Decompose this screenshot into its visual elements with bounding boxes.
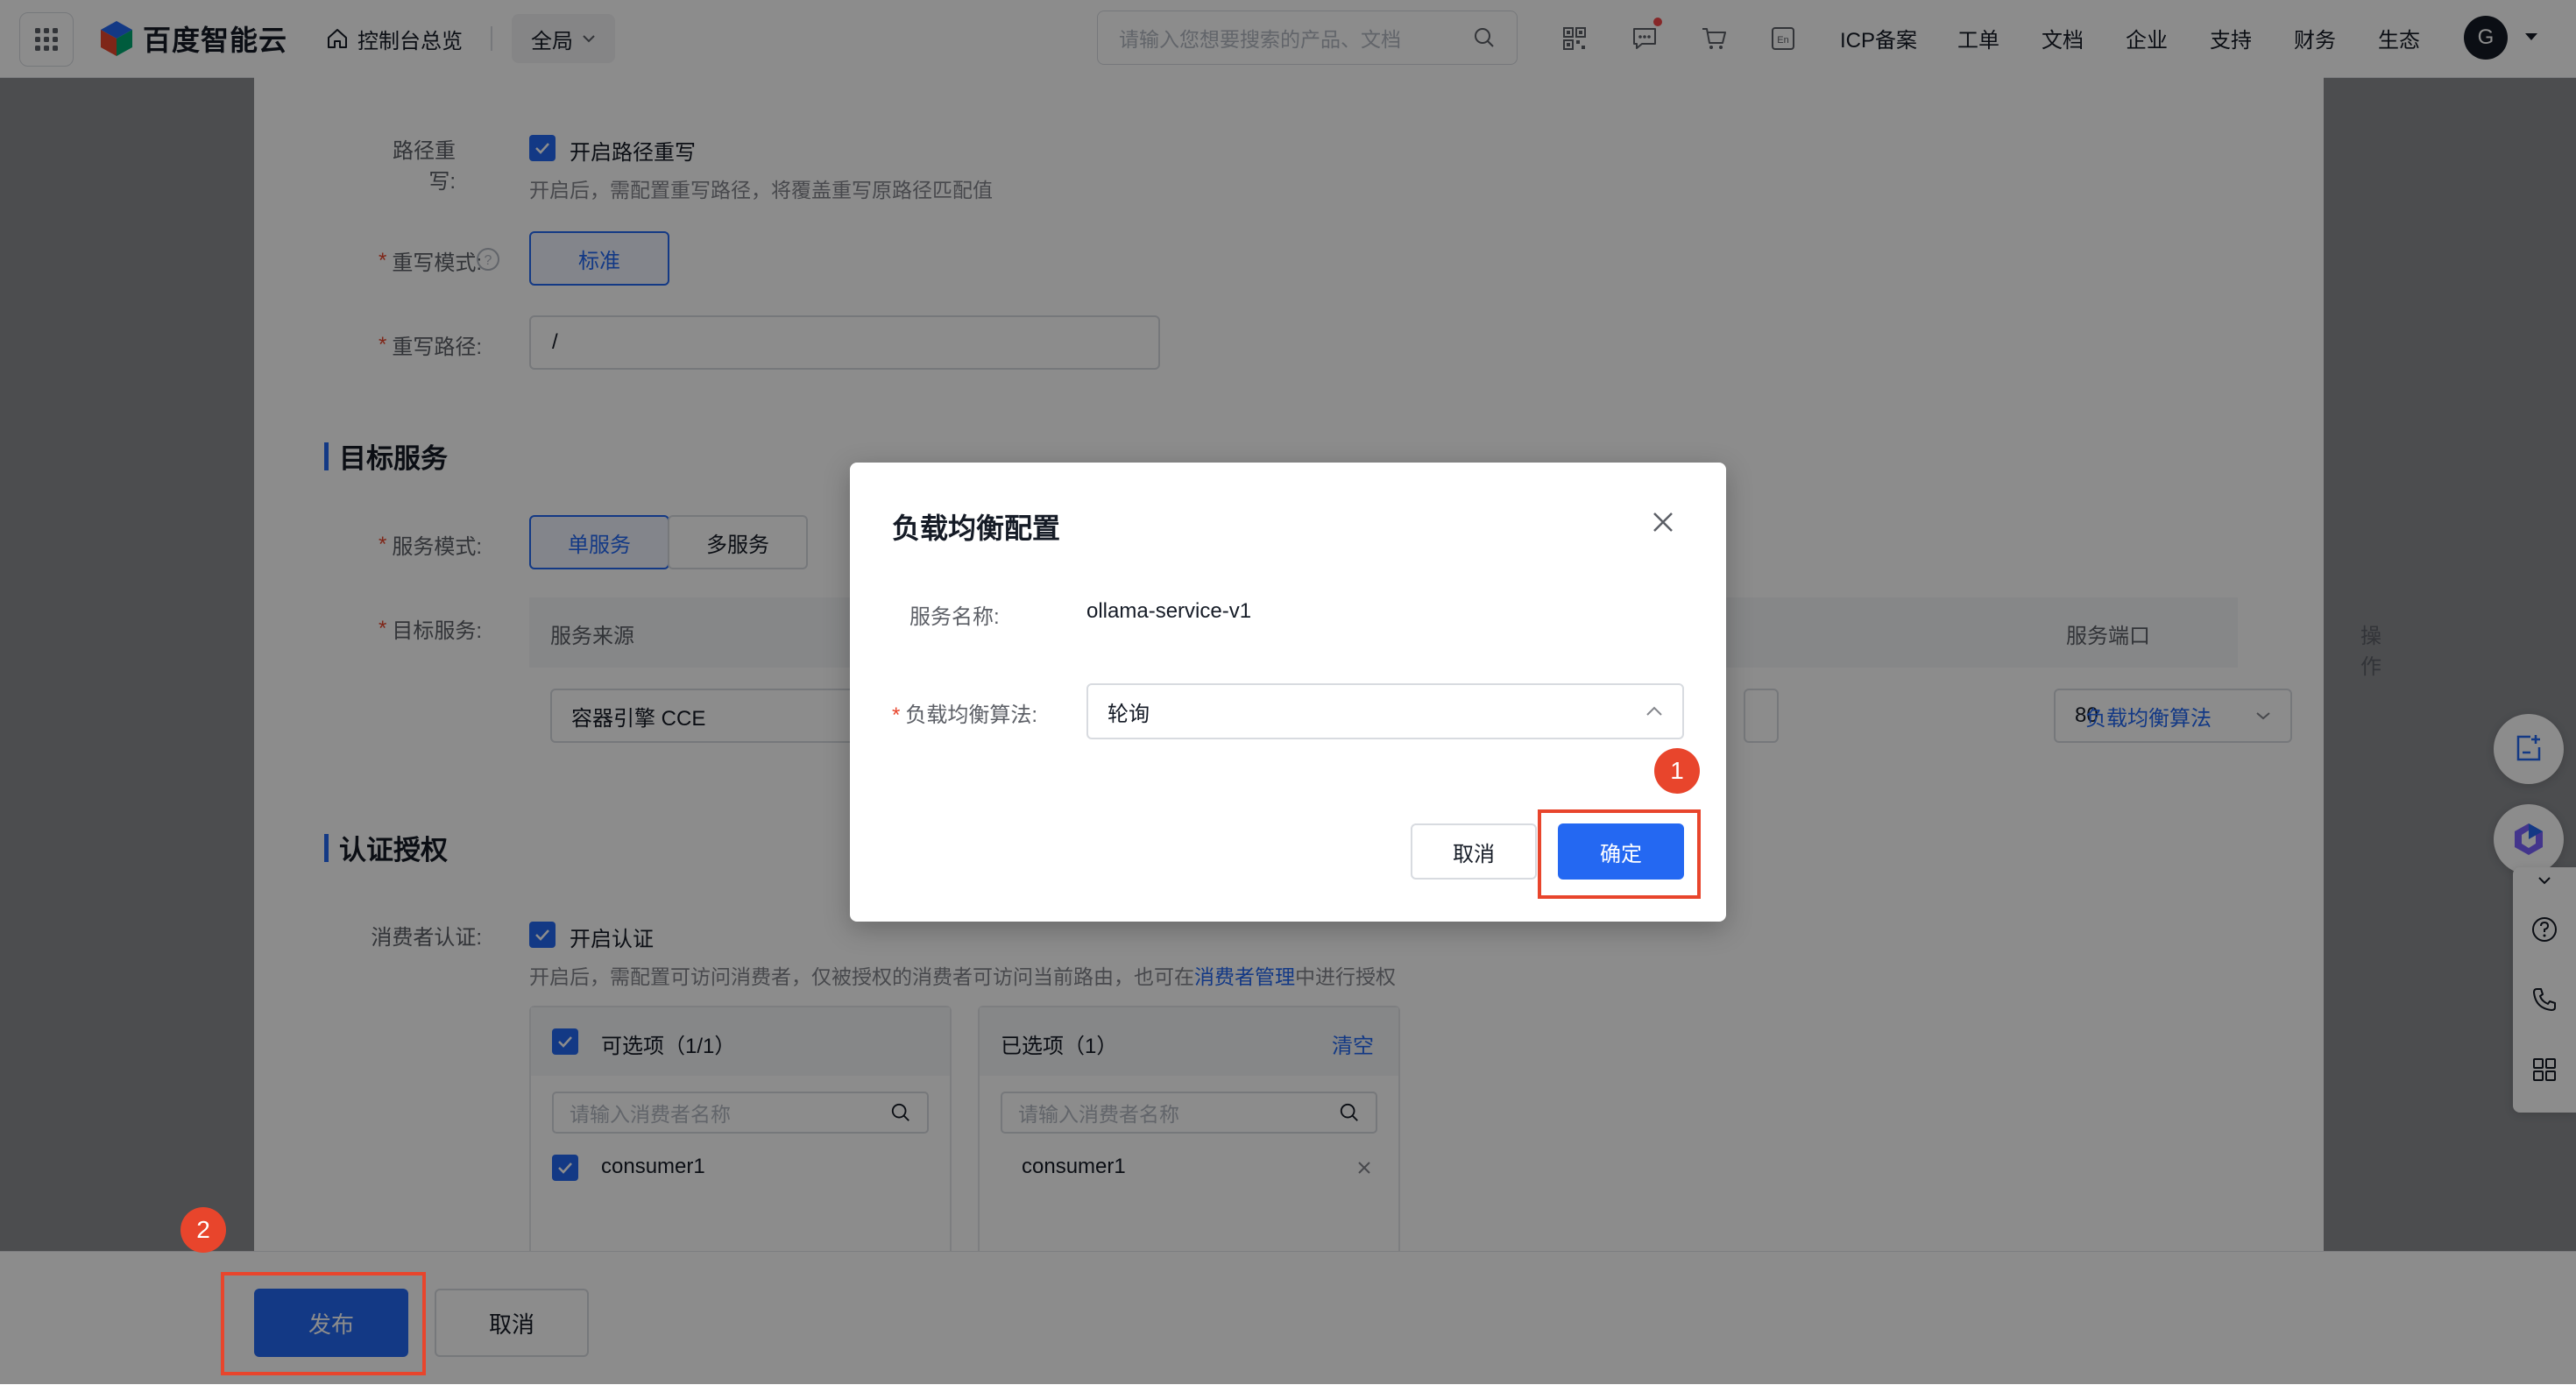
highlight-confirm-box — [1538, 809, 1701, 899]
highlight-publish-box — [221, 1272, 426, 1375]
step-badge-1: 1 — [1654, 748, 1700, 794]
algorithm-select[interactable]: 轮询 — [1086, 683, 1684, 739]
algorithm-value: 轮询 — [1108, 702, 1150, 726]
algorithm-label: * 负载均衡算法: — [892, 697, 1037, 728]
required-mark: * — [892, 703, 901, 727]
dialog-title: 负载均衡配置 — [892, 512, 1061, 544]
dialog-cancel-button[interactable]: 取消 — [1411, 823, 1537, 880]
algorithm-label-text: 负载均衡算法: — [905, 703, 1038, 727]
chevron-up-icon — [1646, 706, 1662, 716]
service-name-value: ollama-service-v1 — [1086, 599, 1252, 623]
close-icon[interactable] — [1651, 510, 1675, 534]
service-name-label: 服务名称: — [909, 605, 1000, 629]
step-badge-2: 2 — [180, 1207, 226, 1253]
